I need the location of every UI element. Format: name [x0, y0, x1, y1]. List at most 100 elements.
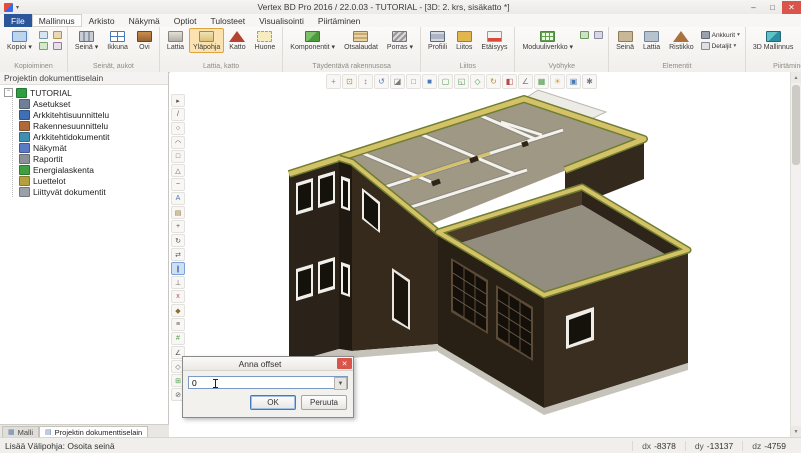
line-icon[interactable]: / — [171, 108, 185, 121]
tree-item-arkkitehtisuunnittelu[interactable]: Arkkitehtisuunnittelu — [19, 109, 168, 120]
scroll-thumb[interactable] — [792, 85, 800, 165]
previous-view-icon[interactable]: ↺ — [374, 74, 389, 89]
pan-icon[interactable]: ↕ — [358, 74, 373, 89]
tab-malli[interactable]: ▦Malli — [2, 426, 39, 437]
dialog-close-icon[interactable]: ✕ — [337, 358, 352, 369]
tree-item-asetukset[interactable]: Asetukset — [19, 98, 168, 109]
move-tool-icon[interactable]: + — [171, 220, 185, 233]
close-button[interactable]: ✕ — [782, 1, 801, 14]
collapse-icon[interactable]: − — [4, 88, 13, 97]
sun-shadow-icon[interactable]: ☀ — [550, 74, 565, 89]
ribbon-button-3-porras[interactable]: Porras ▾ — [383, 28, 417, 53]
zoom-window-icon[interactable]: ⊡ — [342, 74, 357, 89]
scroll-down-icon[interactable]: ▼ — [791, 426, 801, 437]
ribbon-button-6-sein[interactable]: Seinä — [612, 28, 638, 53]
ribbon-button-4-liitos[interactable]: Liitos — [452, 28, 476, 53]
ribbon-button-7-3d-mallinnus[interactable]: 3D Mallinnus — [749, 28, 797, 53]
menu-visualisointi[interactable]: Visualisointi — [252, 14, 311, 27]
ribbon-small-6-detaljit[interactable]: Detaljit▾ — [699, 41, 742, 51]
tree-item-label: Arkkitehtisuunnittelu — [33, 110, 109, 120]
maximize-button[interactable]: □ — [763, 1, 782, 14]
menu-piirt-minen[interactable]: Piirtäminen — [311, 14, 368, 27]
trim-tool-icon[interactable]: ⊥ — [171, 276, 185, 289]
ribbon-button-2-lattia[interactable]: Lattia — [163, 28, 188, 53]
ribbon-small-0-move[interactable] — [37, 30, 50, 40]
tree-item-tutorial[interactable]: −TUTORIAL — [4, 87, 168, 98]
ribbon-button-2-katto[interactable]: Katto — [225, 28, 249, 53]
tree-item-rakennesuunnittelu[interactable]: Rakennesuunnittelu — [19, 120, 168, 131]
tab-projektin-dokumenttiselain[interactable]: ▤Projektin dokumenttiselain — [39, 426, 148, 437]
front-view-icon[interactable]: ▢ — [438, 74, 453, 89]
ribbon-button-4-profiili[interactable]: Profiili — [424, 28, 451, 53]
viewport-3d[interactable]: +⊡↕↺◪□■▢◱◇↻◧∠▦☀▣✱ ▸/○◠□△~A▤+↻⇄∥⊥x◆≡#∠◇⊞⊘… — [170, 72, 790, 437]
camera-view-icon[interactable]: ▣ — [566, 74, 581, 89]
rotate-view-icon[interactable]: ↻ — [486, 74, 501, 89]
ribbon-small-5-zone[interactable] — [578, 30, 591, 40]
ribbon-small-0-mirror[interactable] — [37, 41, 50, 51]
circle-icon[interactable]: ○ — [171, 122, 185, 135]
menu-tulosteet[interactable]: Tulosteet — [203, 14, 252, 27]
ribbon-button-6-ristikko[interactable]: Ristikko — [665, 28, 698, 53]
grid-toggle-icon[interactable]: ▦ — [534, 74, 549, 89]
ribbon-button-1-ikkuna[interactable]: Ikkuna — [103, 28, 132, 53]
menu-file[interactable]: File — [4, 14, 32, 27]
ribbon-button-4-et-isyys[interactable]: Etäisyys — [477, 28, 511, 53]
hatch-icon[interactable]: ▤ — [171, 206, 185, 219]
freehand-icon[interactable]: ~ — [171, 178, 185, 191]
scroll-up-icon[interactable]: ▲ — [791, 72, 801, 83]
ribbon-button-2-huone[interactable]: Huone — [251, 28, 280, 53]
measure-icon[interactable]: ∠ — [518, 74, 533, 89]
tree-item-n-kym-t[interactable]: Näkymät — [19, 142, 168, 153]
dialog-titlebar[interactable]: Anna offset ✕ — [183, 357, 353, 371]
ribbon-button-1-ovi[interactable]: Ovi — [133, 28, 156, 53]
tree-item-liittyv-t-dokumentit[interactable]: Liittyvät dokumentit — [19, 186, 168, 197]
select-icon[interactable]: ▸ — [171, 94, 185, 107]
menu-mallinnus[interactable]: Mallinnus — [32, 14, 82, 27]
ok-button[interactable]: OK — [250, 395, 296, 410]
ribbon-button-3-otsalaudat[interactable]: Otsalaudat — [340, 28, 382, 53]
menu-arkisto[interactable]: Arkisto — [82, 14, 122, 27]
iso-view-icon[interactable]: ◇ — [470, 74, 485, 89]
top-view-icon[interactable]: ◱ — [454, 74, 469, 89]
viewport-vertical-scrollbar[interactable]: ▲ ▼ — [790, 72, 801, 437]
ribbon-small-6-ankkurit[interactable]: Ankkurit▾ — [699, 30, 742, 40]
menu-optiot[interactable]: Optiot — [167, 14, 204, 27]
grid-snap-icon[interactable]: # — [171, 332, 185, 345]
layers-icon[interactable]: ≡ — [171, 318, 185, 331]
snap-point-icon[interactable]: ◆ — [171, 304, 185, 317]
ribbon-small-0-array[interactable] — [51, 41, 64, 51]
polygon-icon[interactable]: △ — [171, 164, 185, 177]
section-view-icon[interactable]: ◧ — [502, 74, 517, 89]
erase-tool-icon[interactable]: x — [171, 290, 185, 303]
arc-icon[interactable]: ◠ — [171, 136, 185, 149]
minimize-button[interactable]: – — [744, 1, 763, 14]
shaded-mode-icon[interactable]: ■ — [422, 74, 437, 89]
tree-item-luettelot[interactable]: Luettelot — [19, 175, 168, 186]
zoom-all-icon[interactable]: + — [326, 74, 341, 89]
hide-object-icon[interactable]: ◪ — [390, 74, 405, 89]
menu-n-kym[interactable]: Näkymä — [122, 14, 167, 27]
cancel-button[interactable]: Peruuta — [301, 395, 347, 410]
rotate-tool-icon[interactable]: ↻ — [171, 234, 185, 247]
offset-input[interactable] — [188, 376, 348, 389]
wireframe-mode-icon[interactable]: □ — [406, 74, 421, 89]
ribbon-small-0-rotate[interactable] — [51, 30, 64, 40]
rectangle-icon[interactable]: □ — [171, 150, 185, 163]
offset-combo-arrow-icon[interactable]: ▼ — [334, 377, 347, 390]
ribbon-button-2-yl-pohja[interactable]: Yläpohja — [189, 28, 224, 53]
tree-item-energialaskenta[interactable]: Energialaskenta — [19, 164, 168, 175]
quick-access-dropdown-icon[interactable]: ▾ — [16, 4, 19, 11]
text-icon[interactable]: A — [171, 192, 185, 205]
view-settings-icon[interactable]: ✱ — [582, 74, 597, 89]
tree-item-arkkitehtidokumentit[interactable]: Arkkitehtidokumentit — [19, 131, 168, 142]
tree-item-raportit[interactable]: Raportit — [19, 153, 168, 164]
ribbon-button-1-sein[interactable]: Seinä ▾ — [71, 28, 102, 53]
titlebar[interactable]: ▾ Vertex BD Pro 2016 / 22.0.03 - TUTORIA… — [0, 0, 801, 15]
ribbon-small-5-zone2[interactable] — [592, 30, 605, 40]
ribbon-button-5-moduuliverkko[interactable]: Moduuliverkko ▾ — [518, 28, 577, 53]
ribbon-button-6-lattia[interactable]: Lattia — [639, 28, 664, 53]
offset-tool-icon[interactable]: ∥ — [171, 262, 185, 275]
ribbon-button-0-kopioi[interactable]: Kopioi ▾ — [3, 28, 36, 53]
mirror-tool-icon[interactable]: ⇄ — [171, 248, 185, 261]
ribbon-button-3-komponentit[interactable]: Komponentit ▾ — [286, 28, 339, 53]
